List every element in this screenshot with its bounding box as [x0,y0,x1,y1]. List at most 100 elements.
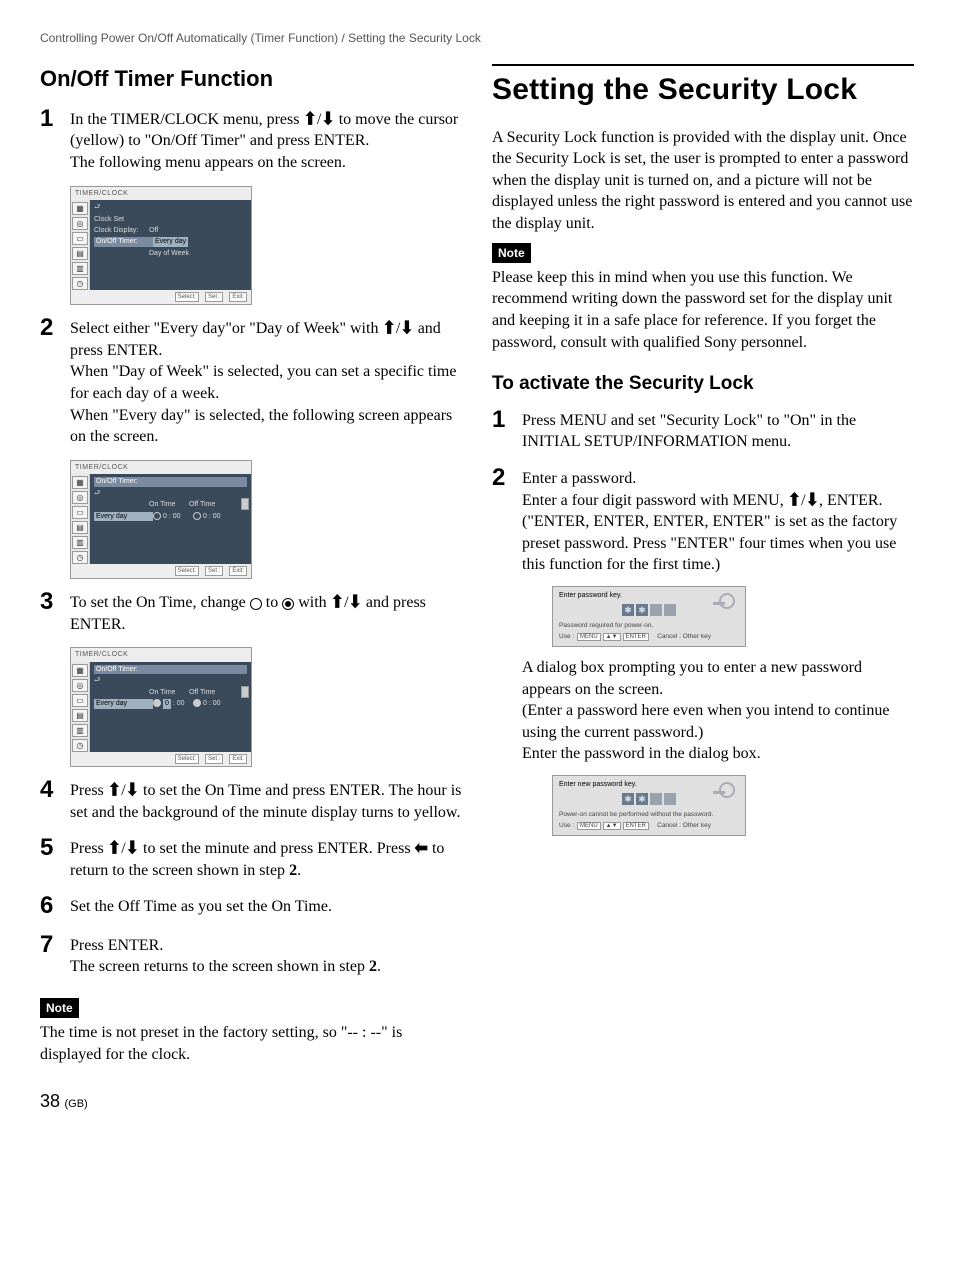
intro-text: A Security Lock function is provided wit… [492,127,914,235]
left-arrow-icon: ⬅ [415,837,428,861]
menu-header: On/Off Timer: [94,477,247,486]
step-number: 2 [492,465,522,491]
step-2: 2 Enter a password. Enter a four digit p… [492,465,914,846]
dialog-usage: Use : MENU▲▼ENTER Cancel : Other key [559,822,739,831]
password-cell [664,793,676,805]
radio-empty-icon [153,512,161,520]
dialog-message: Password required for power-on. [559,622,739,631]
menu-tab-icon: ▤ [72,247,88,260]
col-header: On Time [149,688,189,697]
spinner-icon [241,498,249,510]
step-4: 4 Press ⬆/⬇ to set the On Time and press… [40,777,462,823]
menu-title: TIMER/CLOCK [71,648,251,661]
step-number: 7 [40,932,70,958]
step-ref: 2 [369,958,377,975]
up-arrow-icon: ⬆ [108,837,121,861]
radio-filled-icon [153,699,161,707]
note-text: Please keep this in mind when you use th… [492,267,914,353]
step-ref: 2 [289,862,297,879]
menu-value: Day of Week [149,249,247,258]
menu-tab-icon: ◎ [72,491,88,504]
step-number: 1 [40,106,70,132]
step-6: 6 Set the Off Time as you set the On Tim… [40,893,462,919]
radio-filled-icon [282,598,294,610]
step-number: 1 [492,407,522,433]
text: To set the On Time, change [70,594,250,611]
subheading-activate: To activate the Security Lock [492,371,914,397]
clock-icon: ◷ [72,277,88,290]
menu-item-selected: On/Off Timer: [94,237,153,246]
text: Press [70,840,108,857]
dialog-message: Power-on cannot be performed without the… [559,811,739,820]
page-region: (GB) [64,1098,87,1110]
down-arrow-icon: ⬇ [321,108,334,132]
row-label: Every day [94,512,153,521]
step-7: 7 Press ENTER. The screen returns to the… [40,932,462,978]
menu-icon-strip: ▦ ◎ ▭ ▤ ▥ ◷ [71,474,90,564]
text: to set the minute and press ENTER. Press [139,840,415,857]
key-icon [711,593,735,613]
step-number: 6 [40,893,70,919]
password-dialog-2: Enter new password key. ✱ ✱ Power-on can… [552,775,746,836]
password-cell [650,604,662,616]
menu-title: TIMER/CLOCK [71,187,251,200]
text: Press ENTER. [70,937,163,954]
page-number: 38 (GB) [40,1089,462,1114]
text: to [262,594,282,611]
menu-tab-icon: ▥ [72,724,88,737]
up-arrow-icon: ⬆ [788,489,801,513]
menu-tab-icon: ▭ [72,232,88,245]
clock-icon: ◷ [72,551,88,564]
row-label: Every day [94,699,153,708]
down-arrow-icon: ⬇ [349,591,362,615]
radio-empty-icon [250,598,262,610]
password-cell: ✱ [636,604,648,616]
menu-screenshot-3: TIMER/CLOCK ▦ ◎ ▭ ▤ ▥ ◷ On/Off Timer: ⮐ … [70,647,252,767]
menu-tab-icon: ▤ [72,709,88,722]
menu-footer: Select: Set : Exit: [71,290,251,304]
heading-security-lock: Setting the Security Lock [492,70,914,111]
text: When "Every day" is selected, the follow… [70,407,452,446]
menu-tab-icon: ▥ [72,262,88,275]
breadcrumb: Controlling Power On/Off Automatically (… [40,30,914,46]
password-cell: ✱ [622,793,634,805]
text: Press MENU and set "Security Lock" to "O… [522,412,856,451]
menu-tab-icon: ▭ [72,694,88,707]
text: . [297,862,301,879]
password-cell: ✱ [636,793,648,805]
menu-screenshot-2: TIMER/CLOCK ▦ ◎ ▭ ▤ ▥ ◷ On/Off Timer: ⮐ … [70,460,252,580]
note-label: Note [492,243,531,263]
password-cell [664,604,676,616]
menu-item: Clock Set [94,215,149,224]
step-5: 5 Press ⬆/⬇ to set the minute and press … [40,835,462,881]
step-1: 1 Press MENU and set "Security Lock" to … [492,407,914,453]
down-arrow-icon: ⬇ [126,779,139,803]
down-arrow-icon: ⬇ [126,837,139,861]
menu-tab-icon: ◎ [72,217,88,230]
text: In the TIMER/CLOCK menu, press [70,111,303,128]
text: Select either "Every day"or "Day of Week… [70,320,382,337]
text: . [377,958,381,975]
menu-tab-icon: ▦ [72,476,88,489]
right-column: Setting the Security Lock A Security Loc… [492,64,914,1114]
col-header: Off Time [189,500,229,509]
menu-footer: Select: Set : Exit: [71,564,251,578]
left-column: On/Off Timer Function 1 In the TIMER/CLO… [40,64,462,1114]
step-3: 3 To set the On Time, change to with ⬆/⬇… [40,589,462,635]
col-header: Off Time [189,688,229,697]
menu-screenshot-1: TIMER/CLOCK ▦ ◎ ▭ ▤ ▥ ◷ ⮐ Clock Set Cloc… [70,186,252,306]
text: A dialog box prompting you to enter a ne… [522,659,862,698]
menu-icon-strip: ▦ ◎ ▭ ▤ ▥ ◷ [71,200,90,290]
page-num: 38 [40,1091,60,1111]
up-arrow-icon: ⬆ [331,591,344,615]
password-cell [650,793,662,805]
spinner-icon [241,686,249,698]
text: The following menu appears on the screen… [70,154,346,171]
clock-icon: ◷ [72,739,88,752]
menu-value: Off [149,226,247,235]
text: , ENTER. [819,492,883,509]
text: ("ENTER, ENTER, ENTER, ENTER" is set as … [522,513,897,573]
menu-tab-icon: ▭ [72,506,88,519]
text: Enter the password in the dialog box. [522,745,761,762]
menu-tab-icon: ◎ [72,679,88,692]
